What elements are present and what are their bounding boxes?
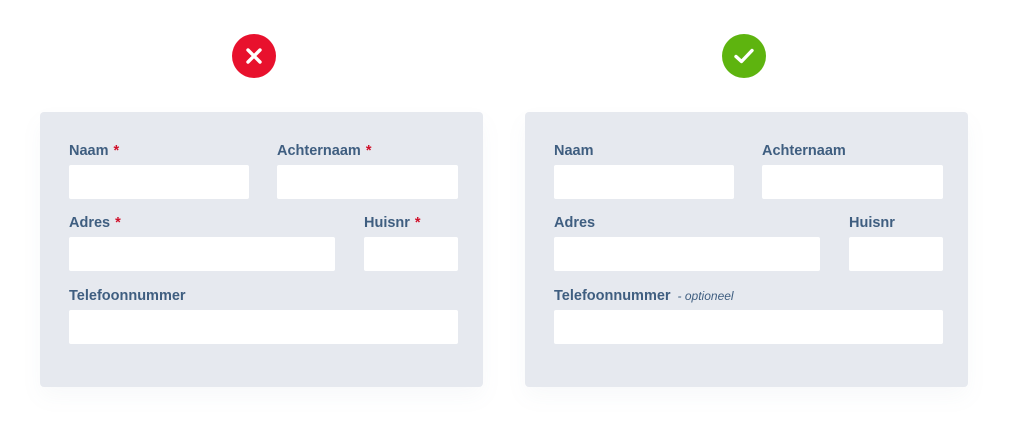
- achternaam-label: Achternaam: [762, 143, 846, 159]
- huisnr-input[interactable]: [849, 237, 943, 271]
- naam-label: Naam *: [69, 143, 120, 159]
- cross-icon: [246, 48, 262, 64]
- optional-note: - optioneel: [677, 289, 734, 303]
- correct-example-badge: [722, 34, 766, 78]
- huisnr-label: Huisnr *: [364, 215, 421, 231]
- achternaam-label: Achternaam *: [277, 143, 372, 159]
- naam-input[interactable]: [69, 165, 249, 199]
- correct-form-panel: Naam Achternaam Adres Huisnr Telefoonnum…: [525, 112, 968, 387]
- adres-label: Adres *: [69, 215, 121, 231]
- naam-label: Naam: [554, 143, 594, 159]
- telefoonnummer-input[interactable]: [69, 310, 458, 344]
- naam-input[interactable]: [554, 165, 734, 199]
- adres-input[interactable]: [554, 237, 820, 271]
- incorrect-form-panel: Naam * Achternaam * Adres * Huisnr * Telefoo…: [40, 112, 483, 387]
- achternaam-input[interactable]: [762, 165, 943, 199]
- adres-label: Adres: [554, 215, 596, 231]
- required-marker: *: [414, 215, 421, 231]
- telefoonnummer-label: Telefoonnummer: [69, 288, 186, 304]
- required-marker: *: [365, 143, 372, 159]
- incorrect-example-badge: [232, 34, 276, 78]
- required-marker: *: [113, 143, 120, 159]
- huisnr-input[interactable]: [364, 237, 458, 271]
- huisnr-label: Huisnr: [849, 215, 895, 231]
- adres-input[interactable]: [69, 237, 335, 271]
- telefoonnummer-label: Telefoonnummer - optioneel: [554, 288, 734, 304]
- telefoonnummer-input[interactable]: [554, 310, 943, 344]
- achternaam-input[interactable]: [277, 165, 458, 199]
- checkmark-icon: [734, 48, 754, 64]
- required-marker: *: [115, 215, 121, 231]
